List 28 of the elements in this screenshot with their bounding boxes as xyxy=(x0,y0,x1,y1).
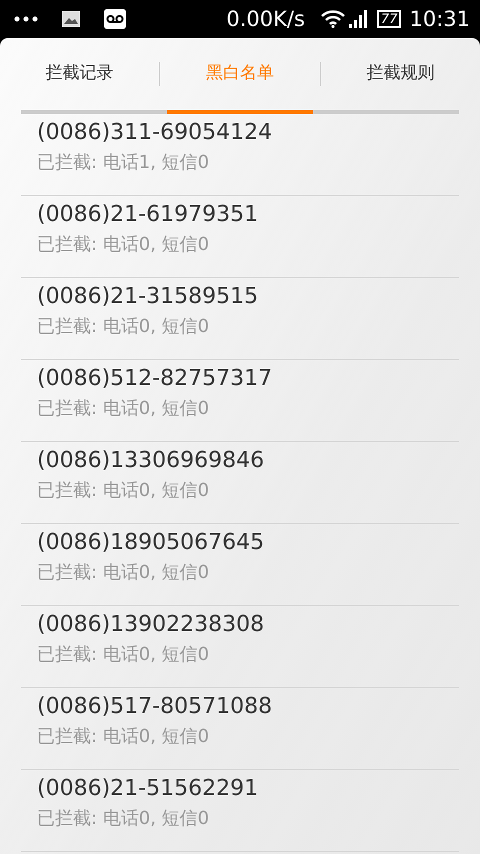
battery-icon: 77 xyxy=(376,10,402,28)
phone-number[interactable]: (0086)21-51562291 xyxy=(37,776,459,802)
phone-number[interactable]: (0086)13306969846 xyxy=(37,448,459,474)
block-count: 已拦截: 电话0, 短信0 xyxy=(37,398,210,420)
block-count: 已拦截: 电话0, 短信0 xyxy=(37,562,210,584)
block-count: 已拦截: 电话0, 短信0 xyxy=(37,644,210,666)
phone-number[interactable]: (0086)512-82757317 xyxy=(37,366,459,392)
block-count: 已拦截: 电话0, 短信0 xyxy=(37,726,210,748)
block-count: 已拦截: 电话0, 短信0 xyxy=(37,480,210,502)
signal-icon xyxy=(348,10,369,28)
voicemail-icon xyxy=(104,9,126,29)
phone-number[interactable]: (0086)517-80571088 xyxy=(37,694,459,720)
tab[interactable]: 拦截规则 xyxy=(320,61,480,87)
clock: 10:31 xyxy=(409,8,470,30)
image-icon xyxy=(62,11,80,27)
phone-number[interactable]: (0086)21-31589515 xyxy=(37,284,459,310)
block-count: 已拦截: 电话0, 短信0 xyxy=(37,234,210,256)
tab[interactable]: 拦截记录 xyxy=(0,61,160,87)
more-icon xyxy=(14,16,38,22)
block-count: 已拦截: 电话1, 短信0 xyxy=(37,152,210,174)
wifi-icon xyxy=(320,10,345,28)
phone-number[interactable]: (0086)18905067645 xyxy=(37,530,459,556)
phone-number[interactable]: (0086)311-69054124 xyxy=(37,120,459,146)
block-count: 已拦截: 电话0, 短信0 xyxy=(37,316,210,338)
phone-number[interactable]: (0086)21-61979351 xyxy=(37,202,459,228)
block-count: 已拦截: 电话0, 短信0 xyxy=(37,808,210,830)
network-speed: 0.00K/s xyxy=(226,8,305,30)
phone-number[interactable]: (0086)13902238308 xyxy=(37,612,459,638)
